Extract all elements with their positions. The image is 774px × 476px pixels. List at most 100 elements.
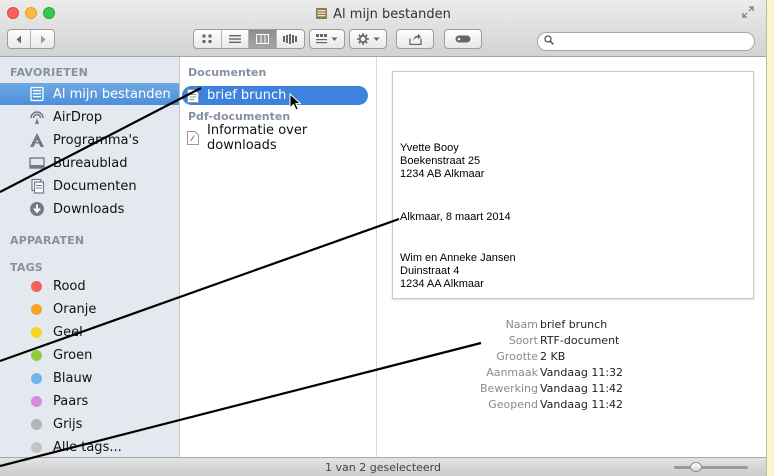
info-key: Geopend [488,398,538,411]
tag-button-icon [455,35,471,43]
file-name: brief brunch [207,88,287,103]
column-view-button[interactable] [249,30,277,48]
recipient-street: Duinstraat 4 [400,265,460,277]
sidebar-tag-purple[interactable]: Paars [0,390,179,412]
mouse-cursor-icon [289,93,301,111]
chevron-right-icon [40,35,45,43]
search-field[interactable] [537,32,755,51]
forward-button[interactable] [31,30,54,48]
share-icon [408,33,422,45]
info-key: Grootte [496,350,538,363]
sidebar-item-label: Alle tags... [53,439,122,455]
recipient-name: Wim en Anneke Jansen [400,252,516,264]
info-value: Vandaag 11:42 [540,398,624,411]
preview-pane: Yvette Booy Boekenstraat 25 1234 AB Alkm… [377,57,766,457]
tag-color-dot [31,349,42,361]
sidebar-item-label: AirDrop [53,109,103,125]
title-bar: Al mijn bestanden [0,0,766,57]
info-row-kind: Soort RTF-document [377,334,766,348]
icon-view-icon [202,34,212,43]
sidebar-item-downloads[interactable]: Downloads [0,198,179,220]
sidebar-tag-blue[interactable]: Blauw [0,367,179,389]
sidebar-tag-red[interactable]: Rood [0,275,179,297]
sidebar-item-airdrop[interactable]: AirDrop [0,106,179,128]
tag-color-dot [31,395,42,407]
info-row-name: Naam brief brunch [377,318,766,332]
info-value: 2 KB [540,350,566,363]
sidebar-heading-devices: APPARATEN [10,234,85,247]
view-mode-control [193,29,305,49]
info-value: Vandaag 11:32 [540,366,624,379]
info-key: Soort [508,334,538,347]
search-input[interactable] [560,34,746,49]
sidebar-item-label: Paars [53,393,89,409]
sidebar-item-label: Oranje [53,301,97,317]
tag-button[interactable] [444,29,482,49]
airdrop-icon [30,111,44,124]
list-view-button[interactable] [222,30,249,48]
arrange-icon [316,34,327,44]
chevron-left-icon [16,35,21,43]
window-title: Al mijn bestanden [0,7,766,22]
back-button[interactable] [8,30,31,48]
slider-knob[interactable] [690,462,702,472]
chevron-down-icon [373,37,379,41]
sender-street: Boekenstraat 25 [400,155,481,167]
sidebar-item-label: Blauw [53,370,93,386]
sidebar-item-all-files[interactable]: Al mijn bestanden [0,83,179,105]
sidebar-tag-all[interactable]: Alle tags... [0,436,179,458]
sender-city: 1234 AB Alkmaar [400,168,485,180]
tag-color-dot [31,418,42,430]
sidebar-tag-green[interactable]: Groen [0,344,179,366]
info-row-created: Aanmaak Vandaag 11:32 [377,366,766,380]
back-forward-control [7,29,55,49]
info-key: Naam [505,318,538,331]
status-bar: 1 van 2 geselecteerd [0,457,766,476]
icon-view-button[interactable] [194,30,222,48]
file-name: Informatie over downloads [207,122,308,153]
file-item-brief-brunch[interactable]: brief brunch [182,86,368,105]
sidebar-tag-gray[interactable]: Grijs [0,413,179,435]
sender-name: Yvette Booy [400,142,459,154]
info-value: RTF-document [540,334,620,347]
sidebar-item-label: Downloads [53,201,125,217]
coverflow-view-button[interactable] [277,30,304,48]
recipient-city: 1234 AA Alkmaar [400,278,484,290]
tag-color-dot [31,303,42,315]
sidebar-tag-orange[interactable]: Oranje [0,298,179,320]
action-button[interactable] [349,29,387,49]
info-row-opened: Geopend Vandaag 11:42 [377,398,766,412]
sidebar-item-label: Programma's [53,132,139,148]
sidebar-heading-tags: TAGS [10,261,43,274]
info-row-size: Grootte 2 KB [377,350,766,364]
search-icon [544,35,554,45]
icon-size-slider[interactable] [674,466,748,469]
rtf-document-icon [187,88,199,103]
sidebar: FAVORIETEN Al mijn bestanden AirDrop Pro… [0,57,180,457]
sidebar-item-label: Groen [53,347,93,363]
sidebar-item-desktop[interactable]: Bureaublad [0,152,179,174]
sidebar-item-applications[interactable]: Programma's [0,129,179,151]
all-files-icon [30,86,44,102]
sidebar-item-label: Rood [53,278,86,294]
sidebar-heading-favorites: FAVORIETEN [10,66,88,79]
list-view-icon [228,35,241,43]
tag-color-dot [31,326,42,338]
window-title-text: Al mijn bestanden [333,7,451,22]
documents-icon [31,178,45,194]
info-row-modified: Bewerking Vandaag 11:42 [377,382,766,396]
share-button[interactable] [396,29,434,49]
applications-icon [30,133,44,147]
desktop-icon [29,157,45,169]
fullscreen-icon[interactable] [742,6,754,18]
info-value: brief brunch [540,318,608,331]
group-heading-documents: Documenten [188,66,267,79]
arrange-button[interactable] [309,29,345,49]
sidebar-item-label: Geel [53,324,83,340]
sidebar-tag-yellow[interactable]: Geel [0,321,179,343]
document-preview: Yvette Booy Boekenstraat 25 1234 AB Alkm… [392,71,754,299]
info-value: Vandaag 11:42 [540,382,624,395]
sidebar-item-documents[interactable]: Documenten [0,175,179,197]
group-heading-pdf: Pdf-documenten [188,110,291,123]
file-item-informatie[interactable]: Informatie over downloads [182,123,368,153]
